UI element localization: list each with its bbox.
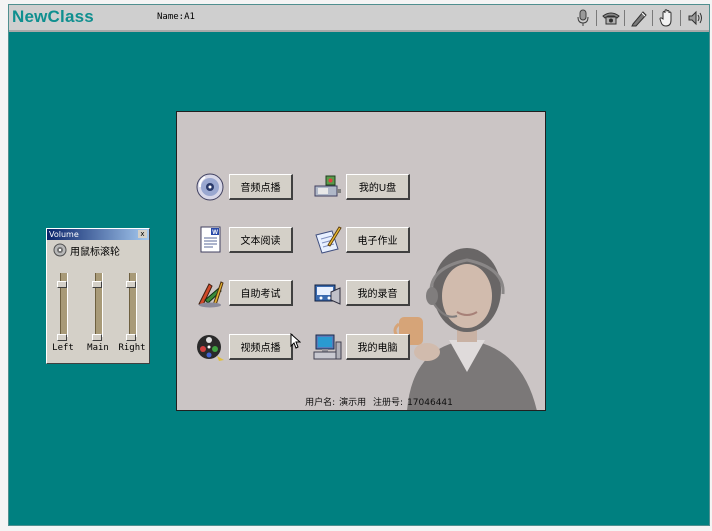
- notebook-pencil-icon: [312, 225, 342, 255]
- username-label: 用户名:: [305, 398, 336, 408]
- menu-my-computer: 我的电脑: [312, 332, 410, 362]
- slider-bottom-cap: [126, 334, 136, 341]
- usb-drive-icon: [312, 172, 342, 202]
- slider-label-left: Left: [52, 343, 74, 353]
- speaker-icon: [53, 243, 67, 257]
- panel-footer: 用户名: 演示用 注册号: 17046441: [177, 395, 545, 408]
- slider-right[interactable]: [124, 269, 140, 341]
- slider-thumb[interactable]: [92, 281, 102, 288]
- user-name-label: Name:: [157, 12, 185, 22]
- volume-title: Volume: [49, 230, 79, 239]
- slider-thumb[interactable]: [57, 281, 67, 288]
- volume-hint-text: 用鼠标滚轮: [70, 246, 120, 258]
- text-reading-button[interactable]: 文本阅读: [229, 227, 293, 253]
- slider-label-right: Right: [118, 343, 146, 353]
- main-menu-panel: 音频点播 W 文本阅读 自助考试 视频点播 我的U盘 电子作业 我的录音 我的电…: [176, 111, 546, 411]
- slider-label-main: Main: [87, 343, 109, 353]
- pen-icon: [630, 11, 647, 27]
- menu-self-exam: 自助考试: [195, 278, 293, 308]
- phone-button[interactable]: [600, 8, 621, 28]
- menu-my-usb: 我的U盘: [312, 172, 410, 202]
- pen-button[interactable]: [628, 8, 649, 28]
- microphone-icon: [577, 9, 588, 26]
- self-exam-button[interactable]: 自助考试: [229, 280, 293, 306]
- volume-sliders: Left Main Right: [50, 269, 146, 363]
- user-name-value: A1: [184, 12, 195, 22]
- user-name-display: Name:A1: [157, 12, 195, 22]
- volume-hint: 用鼠标滚轮: [47, 240, 149, 258]
- word-document-icon: W: [195, 225, 225, 255]
- registration-value: 17046441: [407, 398, 453, 408]
- slider-left[interactable]: [55, 269, 71, 341]
- volume-button[interactable]: [684, 8, 705, 28]
- hand-icon: [658, 9, 671, 27]
- toolbar-separator: [596, 10, 597, 26]
- slider-thumb[interactable]: [126, 281, 136, 288]
- volume-window[interactable]: Volume x 用鼠标滚轮 Left Main Right: [46, 228, 150, 364]
- menu-video-on-demand: 视频点播: [195, 332, 293, 362]
- toolbar-separator: [624, 10, 625, 26]
- audio-on-demand-button[interactable]: 音频点播: [229, 174, 293, 200]
- cd-icon: [195, 172, 225, 202]
- exam-tools-icon: [195, 278, 225, 308]
- username-value: 演示用: [339, 398, 367, 408]
- registration-label: 注册号:: [373, 398, 404, 408]
- volume-close-button[interactable]: x: [138, 230, 147, 238]
- menu-audio-on-demand: 音频点播: [195, 172, 293, 202]
- phone-icon: [601, 12, 620, 25]
- brand-logo: NewClass: [12, 7, 94, 26]
- desktop: NewClass Name:A1 Volume x 用鼠标滚轮 Left Mai…: [8, 4, 710, 526]
- film-reel-icon: [195, 332, 225, 362]
- my-recording-button[interactable]: 我的录音: [346, 280, 410, 306]
- volume-icon: [688, 10, 702, 26]
- recording-icon: [312, 278, 342, 308]
- menu-my-recording: 我的录音: [312, 278, 410, 308]
- homework-button[interactable]: 电子作业: [346, 227, 410, 253]
- my-usb-button[interactable]: 我的U盘: [346, 174, 410, 200]
- toolbar-separator: [652, 10, 653, 26]
- svg-text:W: W: [212, 230, 218, 236]
- volume-title-bar[interactable]: Volume x: [47, 229, 149, 240]
- mouse-cursor-icon: [290, 333, 301, 349]
- top-bar: NewClass Name:A1: [9, 5, 709, 32]
- video-on-demand-button[interactable]: 视频点播: [229, 334, 293, 360]
- slider-main[interactable]: [90, 269, 106, 341]
- menu-homework: 电子作业: [312, 225, 410, 255]
- my-computer-button[interactable]: 我的电脑: [346, 334, 410, 360]
- teacher-illustration: [393, 248, 537, 410]
- toolbar: [572, 8, 705, 28]
- slider-bottom-cap: [92, 334, 102, 341]
- toolbar-separator: [680, 10, 681, 26]
- menu-text-reading: W 文本阅读: [195, 225, 293, 255]
- computer-icon: [312, 332, 342, 362]
- slider-bottom-cap: [57, 334, 67, 341]
- microphone-button[interactable]: [572, 8, 593, 28]
- raise-hand-button[interactable]: [656, 8, 677, 28]
